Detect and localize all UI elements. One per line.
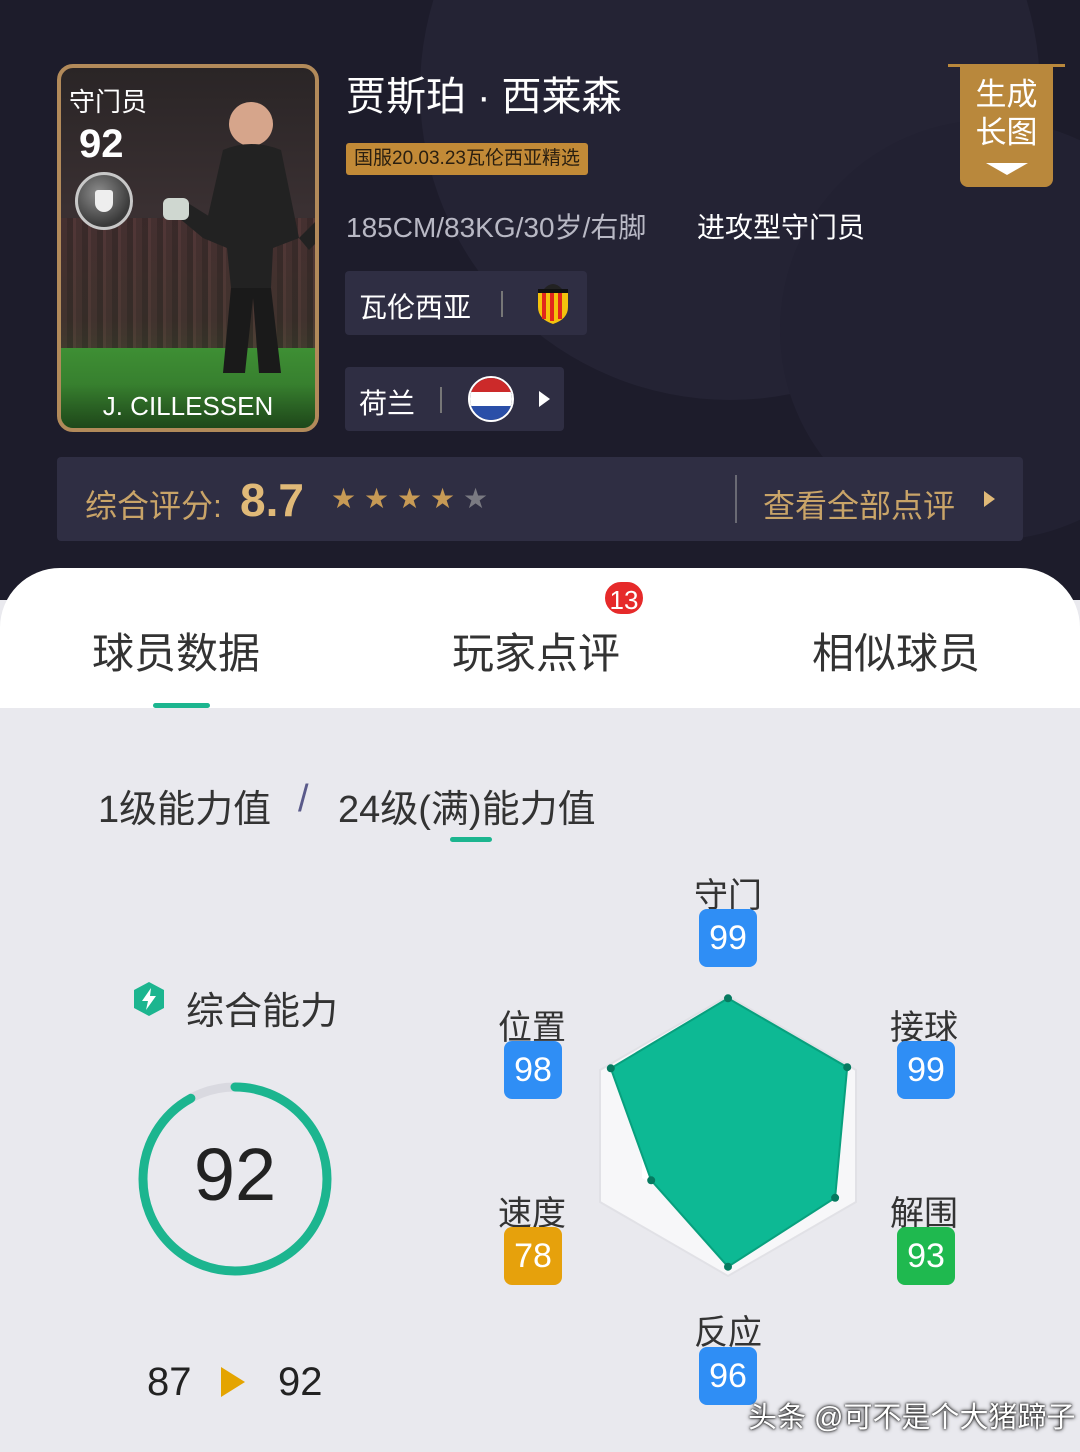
active-tab-indicator [153,703,210,708]
arrow-right-icon [221,1367,245,1397]
radar-point-3 [724,1262,732,1271]
generate-label-line2: 长图 [975,115,1038,150]
lightning-shield-icon [134,982,164,1016]
stat-value-positioning: 98 [504,1041,562,1099]
stat-value-speed: 78 [504,1227,562,1285]
chevron-right-icon [539,391,550,407]
card-rating: 92 [79,122,124,166]
club-badge-icon [75,172,133,230]
overall-to-value: 92 [278,1360,323,1404]
level1-toggle[interactable]: 1级能力值 [98,778,271,833]
tab-bar: 球员数据 玩家点评 13 相似球员 [0,568,1080,708]
club-pill[interactable]: 瓦伦西亚 [345,271,587,335]
player-photo [163,102,315,373]
player-physical-info: 185CM/83KG/30岁/右脚 [346,212,647,243]
divider [440,387,442,413]
player-header: 守门员 92 J. CILLESSEN 贾斯珀 · 西莱森 国服20.03.23… [0,0,1080,600]
tab-player-reviews[interactable]: 玩家点评 [452,620,620,681]
valencia-crest-icon [538,284,568,324]
edition-tag: 国服20.03.23瓦伦西亚精选 [346,143,588,175]
view-all-reviews-link[interactable]: 查看全部点评 [763,481,955,527]
stat-value-catching: 99 [897,1041,955,1099]
stat-value-clearing: 93 [897,1227,955,1285]
overall-from-value: 87 [147,1360,192,1404]
tab-player-data[interactable]: 球员数据 [92,620,260,681]
player-name: 贾斯珀 · 西莱森 [346,75,622,119]
overall-ability-label: 综合能力 [186,991,339,1033]
radar-point-1 [843,1063,852,1072]
radar-point-4 [647,1176,656,1185]
level-separator: / [298,778,309,820]
arrow-down-icon [986,163,1028,175]
reviews-count-badge: 13 [603,580,645,616]
rating-value: 8.7 [240,474,304,526]
star-icon: ★ [364,483,390,514]
card-position: 守门员 [69,87,148,117]
level24-toggle[interactable]: 24级(满)能力值 [338,778,596,833]
divider [501,291,503,317]
card-player-name: J. CILLESSEN [61,384,315,428]
star-empty-icon: ★ [463,483,489,514]
watermark: 头条 @可不是个大猪蹄子 [748,1402,1076,1434]
generate-label-line1: 生成 [975,77,1038,112]
chevron-right-icon[interactable] [984,491,995,507]
radar-point-0 [724,994,732,1003]
tab-similar-players[interactable]: 相似球员 [812,620,980,681]
radar-point-2 [831,1193,840,1202]
star-icon: ★ [331,483,357,514]
rating-label: 综合评分: [85,488,222,524]
ability-radar-chart [599,994,857,1278]
overall-ability-value: 92 [193,1133,277,1216]
rating-bar: 综合评分: 8.7 ★ ★ ★ ★ ★ 查看全部点评 [57,457,1023,541]
star-icon: ★ [430,483,456,514]
level-indicator [450,837,492,842]
nation-name: 荷兰 [359,388,416,419]
generate-long-image-button[interactable]: 生成 长图 [948,64,1065,187]
player-card: 守门员 92 J. CILLESSEN [57,64,319,432]
radar-point-5 [606,1064,615,1073]
stat-value-goalkeeping: 99 [699,909,757,967]
player-role: 进攻型守门员 [697,212,866,243]
netherlands-flag-icon [468,376,514,422]
nation-pill[interactable]: 荷兰 [345,367,564,431]
divider [735,475,737,523]
star-icon: ★ [397,483,423,514]
club-name: 瓦伦西亚 [359,292,472,323]
